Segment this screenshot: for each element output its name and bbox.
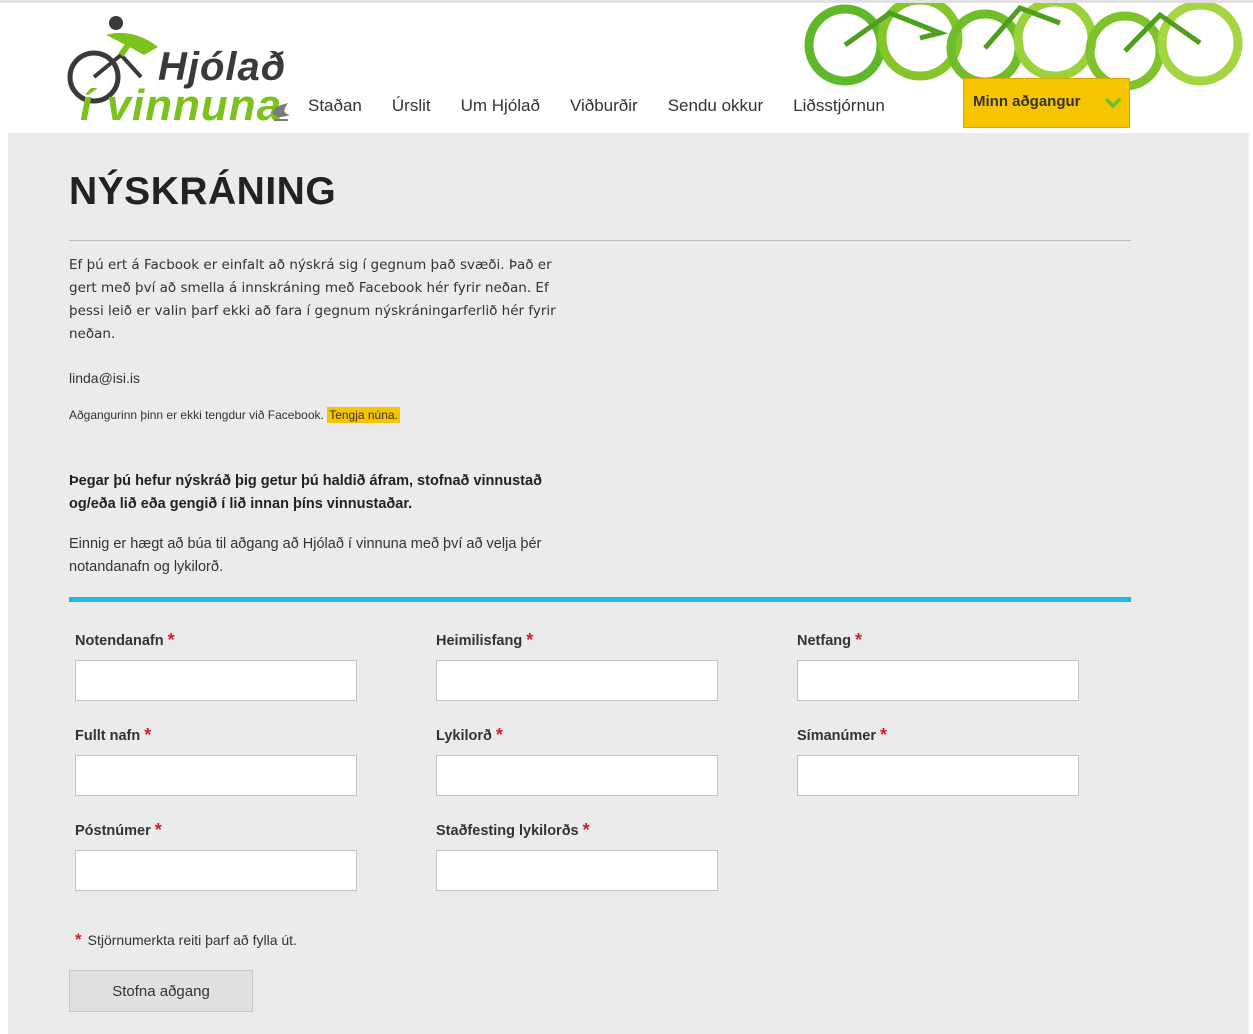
my-account-menu-button[interactable]: Minn aðgangur — [963, 78, 1130, 128]
hjolad-logo[interactable]: Hjólað í vinnuna — [66, 15, 306, 133]
address-field-group: Heimilisfang * — [436, 630, 718, 701]
required-marker: * — [526, 630, 534, 650]
site-header: Hjólað í vinnuna Staðan Úrslit Um Hjólað… — [0, 3, 1253, 133]
required-marker: * — [167, 630, 175, 650]
nav-item-um-hjolad[interactable]: Um Hjólað — [461, 96, 540, 116]
after-signup-text: Þegar þú hefur nýskráð þig getur þú hald… — [69, 473, 542, 512]
user-email: linda@isi.is — [69, 370, 141, 386]
page-title: NÝSKRÁNING — [69, 170, 337, 213]
page-right-edge — [1249, 133, 1253, 1034]
full-name-field-group: Fullt nafn * — [75, 725, 357, 796]
main-nav: Staðan Úrslit Um Hjólað Viðburðir Sendu … — [308, 96, 915, 116]
full-name-label: Fullt nafn * — [75, 725, 152, 745]
username-label: Notendanafn * — [75, 630, 175, 650]
email-label: Netfang * — [797, 630, 862, 650]
page-left-edge — [0, 133, 8, 1034]
required-note-text: Stjörnumerkta reiti þarf að fylla út. — [87, 932, 297, 948]
confirm-password-input[interactable] — [436, 850, 718, 891]
required-marker: * — [75, 930, 82, 949]
username-input[interactable] — [75, 660, 357, 701]
nav-item-sendu-okkur[interactable]: Sendu okkur — [668, 96, 763, 116]
nav-item-stadan[interactable]: Staðan — [308, 96, 362, 116]
facebook-status-text: Aðgangurinn þinn er ekki tengdur við Fac… — [69, 408, 324, 422]
confirm-password-label: Staðfesting lykilorðs * — [436, 820, 590, 840]
required-marker: * — [154, 820, 162, 840]
username-field-group: Notendanafn * — [75, 630, 357, 701]
logo-text-vinnuna: í vinnuna — [80, 81, 283, 130]
phone-field-group: Símanúmer * — [797, 725, 1079, 796]
required-fields-note: * Stjörnumerkta reiti þarf að fylla út. — [75, 930, 297, 950]
facebook-status-line: Aðgangurinn þinn er ekki tengdur við Fac… — [69, 407, 400, 423]
nav-item-lidsstjornun[interactable]: Liðsstjórnun — [793, 96, 885, 116]
nav-item-urslit[interactable]: Úrslit — [392, 96, 431, 116]
title-divider — [69, 240, 1131, 241]
address-label: Heimilisfang * — [436, 630, 534, 650]
postcode-input[interactable] — [75, 850, 357, 891]
required-marker: * — [495, 725, 503, 745]
create-account-button[interactable]: Stofna aðgang — [69, 970, 253, 1012]
facebook-intro-text: Ef þú ert á Facbook er einfalt að nýskrá… — [69, 257, 556, 342]
required-marker: * — [854, 630, 862, 650]
required-marker: * — [879, 725, 887, 745]
postcode-label: Póstnúmer * — [75, 820, 162, 840]
required-marker: * — [582, 820, 590, 840]
isi-emblem-icon — [272, 103, 290, 121]
chevron-down-icon — [1104, 97, 1122, 109]
full-name-input[interactable] — [75, 755, 357, 796]
connect-facebook-link[interactable]: Tengja núna. — [327, 407, 400, 423]
password-label: Lykilorð * — [436, 725, 503, 745]
confirm-password-field-group: Staðfesting lykilorðs * — [436, 820, 718, 891]
required-marker: * — [144, 725, 152, 745]
email-input[interactable] — [797, 660, 1079, 701]
phone-input[interactable] — [797, 755, 1079, 796]
phone-label: Símanúmer * — [797, 725, 887, 745]
address-input[interactable] — [436, 660, 718, 701]
email-field-group: Netfang * — [797, 630, 1079, 701]
password-input[interactable] — [436, 755, 718, 796]
alternative-signup-text: Einnig er hægt að búa til aðgang að Hjól… — [69, 536, 542, 575]
form-divider — [69, 597, 1131, 602]
password-field-group: Lykilorð * — [436, 725, 718, 796]
nav-item-vidburdir[interactable]: Viðburðir — [570, 96, 638, 116]
my-account-label: Minn aðgangur — [973, 93, 1081, 110]
postcode-field-group: Póstnúmer * — [75, 820, 357, 891]
